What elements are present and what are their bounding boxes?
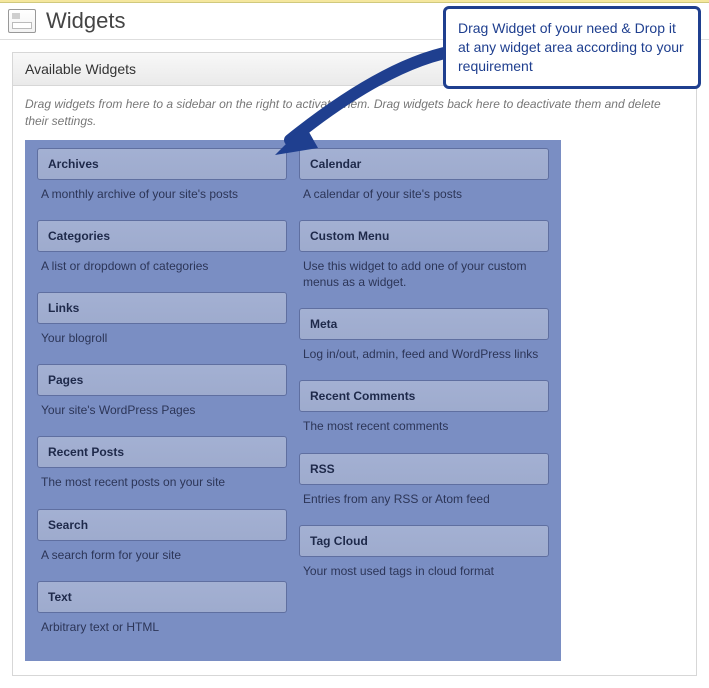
widget-desc: The most recent comments: [299, 412, 549, 448]
widget-title[interactable]: Recent Comments: [299, 380, 549, 412]
widget-desc: Arbitrary text or HTML: [37, 613, 287, 649]
widget-tag-cloud[interactable]: Tag Cloud Your most used tags in cloud f…: [299, 525, 549, 593]
widgets-icon: [8, 9, 36, 33]
widget-desc: Log in/out, admin, feed and WordPress li…: [299, 340, 549, 376]
panel-body: Drag widgets from here to a sidebar on t…: [13, 86, 696, 675]
widget-desc: Entries from any RSS or Atom feed: [299, 485, 549, 521]
widget-pages[interactable]: Pages Your site's WordPress Pages: [37, 364, 287, 432]
widget-search[interactable]: Search A search form for your site: [37, 509, 287, 577]
widget-title[interactable]: Search: [37, 509, 287, 541]
widget-desc: A monthly archive of your site's posts: [37, 180, 287, 216]
available-widgets-panel: Available Widgets Drag widgets from here…: [12, 52, 697, 676]
widget-recent-comments[interactable]: Recent Comments The most recent comments: [299, 380, 549, 448]
widget-desc: A calendar of your site's posts: [299, 180, 549, 216]
widget-desc: Your most used tags in cloud format: [299, 557, 549, 593]
widget-title[interactable]: Text: [37, 581, 287, 613]
widget-title[interactable]: Calendar: [299, 148, 549, 180]
widget-title[interactable]: Archives: [37, 148, 287, 180]
widget-custom-menu[interactable]: Custom Menu Use this widget to add one o…: [299, 220, 549, 304]
widget-title[interactable]: Tag Cloud: [299, 525, 549, 557]
widget-title[interactable]: Pages: [37, 364, 287, 396]
widget-title[interactable]: RSS: [299, 453, 549, 485]
widgets-highlight-area: Archives A monthly archive of your site'…: [25, 140, 561, 661]
widget-desc: Use this widget to add one of your custo…: [299, 252, 549, 304]
widget-desc: Your site's WordPress Pages: [37, 396, 287, 432]
widget-desc: A search form for your site: [37, 541, 287, 577]
widget-meta[interactable]: Meta Log in/out, admin, feed and WordPre…: [299, 308, 549, 376]
widget-recent-posts[interactable]: Recent Posts The most recent posts on yo…: [37, 436, 287, 504]
widget-calendar[interactable]: Calendar A calendar of your site's posts: [299, 148, 549, 216]
instruction-callout: Drag Widget of your need & Drop it at an…: [443, 6, 701, 89]
widgets-column-right: Calendar A calendar of your site's posts…: [293, 148, 555, 653]
widget-text[interactable]: Text Arbitrary text or HTML: [37, 581, 287, 649]
widget-desc: A list or dropdown of categories: [37, 252, 287, 288]
widget-categories[interactable]: Categories A list or dropdown of categor…: [37, 220, 287, 288]
callout-text: Drag Widget of your need & Drop it at an…: [458, 20, 684, 74]
widget-title[interactable]: Recent Posts: [37, 436, 287, 468]
widget-links[interactable]: Links Your blogroll: [37, 292, 287, 360]
help-text: Drag widgets from here to a sidebar on t…: [25, 96, 684, 130]
widget-title[interactable]: Meta: [299, 308, 549, 340]
widget-archives[interactable]: Archives A monthly archive of your site'…: [37, 148, 287, 216]
widget-desc: The most recent posts on your site: [37, 468, 287, 504]
page-title: Widgets: [46, 8, 125, 34]
widget-rss[interactable]: RSS Entries from any RSS or Atom feed: [299, 453, 549, 521]
widget-desc: Your blogroll: [37, 324, 287, 360]
widget-title[interactable]: Categories: [37, 220, 287, 252]
widget-title[interactable]: Custom Menu: [299, 220, 549, 252]
widget-title[interactable]: Links: [37, 292, 287, 324]
widgets-column-left: Archives A monthly archive of your site'…: [31, 148, 293, 653]
